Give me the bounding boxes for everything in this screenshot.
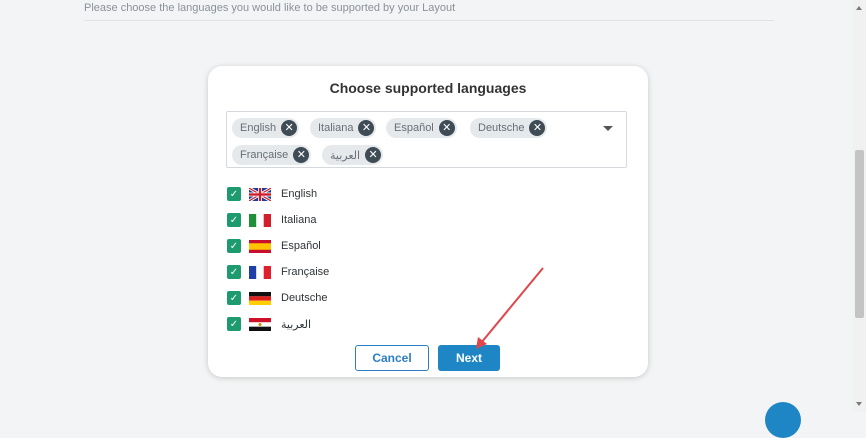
language-option-francaise[interactable]: ✓ Française [227,262,329,282]
flag-uk-icon [249,187,271,201]
language-label: العربية [281,318,312,331]
language-option-espanol[interactable]: ✓ Español [227,236,321,256]
cancel-button[interactable]: Cancel [355,345,429,371]
checkbox-checked-icon[interactable]: ✓ [227,239,241,253]
scroll-up-icon[interactable] [856,6,862,10]
modal-title: Choose supported languages [329,80,527,96]
remove-tag-icon[interactable]: ✕ [358,120,375,136]
checkbox-checked-icon[interactable]: ✓ [227,213,241,227]
language-option-italiana[interactable]: ✓ Italiana [227,210,316,230]
scroll-thumb[interactable] [855,150,864,318]
language-label: English [281,188,318,200]
remove-tag-icon[interactable]: ✕ [281,120,298,136]
checkbox-checked-icon[interactable]: ✓ [227,317,241,331]
tag-chip-label: Español [394,122,434,134]
tag-chip-label: Deutsche [478,122,525,134]
flag-spain-icon [249,239,271,253]
tag-chip: Deutsche ✕ [470,118,548,138]
tag-chip: Française ✕ [232,145,312,165]
page-scrollbar[interactable] [853,0,866,412]
language-modal: Choose supported languages English ✕ Ita… [208,66,648,377]
language-option-english[interactable]: ✓ English [227,184,317,204]
checkbox-checked-icon[interactable]: ✓ [227,187,241,201]
chat-bubble-button[interactable] [765,402,801,438]
tag-chip: Español ✕ [386,118,457,138]
tag-chip: English ✕ [232,118,300,138]
remove-tag-icon[interactable]: ✕ [365,147,382,163]
language-label: Español [281,240,321,252]
tag-chip-label: English [240,122,277,134]
remove-tag-icon[interactable]: ✕ [529,120,546,136]
tag-chip: العربية ✕ [322,145,384,165]
checkbox-checked-icon[interactable]: ✓ [227,265,241,279]
language-option-arabic[interactable]: ✓ العربية [227,314,311,334]
tag-chip-label: العربية [330,149,361,162]
tag-chip: Italiana ✕ [310,118,377,138]
scroll-down-icon[interactable] [856,402,862,406]
flag-italy-icon [249,213,271,227]
dropdown-arrow-icon[interactable] [603,126,613,131]
language-option-deutsche[interactable]: ✓ Deutsche [227,288,327,308]
language-label: Italiana [281,214,317,226]
checkbox-checked-icon[interactable]: ✓ [227,291,241,305]
remove-tag-icon[interactable]: ✕ [293,147,310,163]
selected-languages-field[interactable]: English ✕ Italiana ✕ Español ✕ Deutsche … [226,111,627,168]
next-button[interactable]: Next [438,345,500,371]
tag-chip-label: Italiana [318,122,354,134]
language-label: Deutsche [281,292,328,304]
remove-tag-icon[interactable]: ✕ [438,120,455,136]
language-label: Française [281,266,330,278]
instruction-text: Please choose the languages you would li… [84,2,456,14]
flag-france-icon [249,265,271,279]
header-divider [84,20,774,21]
tag-chip-label: Française [240,149,289,161]
flag-egypt-icon [249,317,271,331]
flag-germany-icon [249,291,271,305]
